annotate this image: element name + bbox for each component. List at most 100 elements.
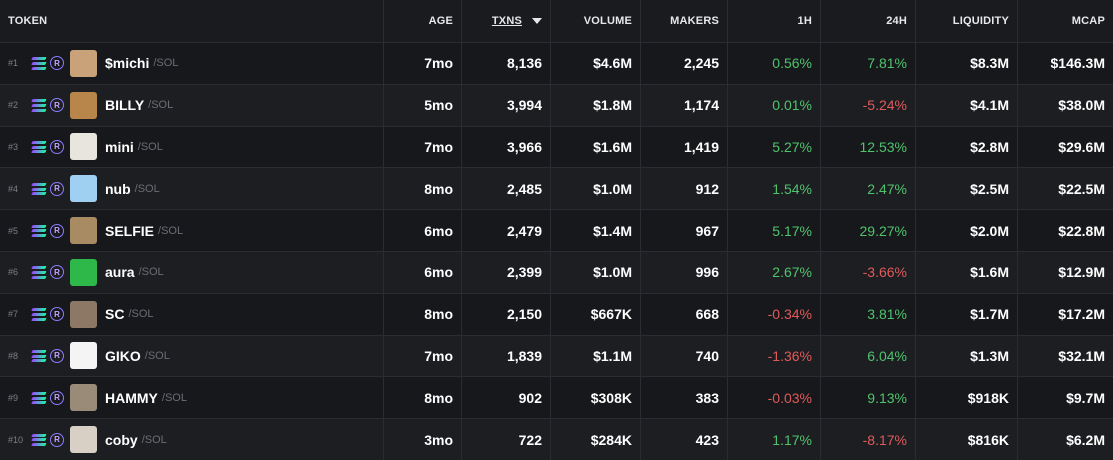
column-header-age[interactable]: AGE bbox=[383, 0, 461, 42]
token-chain: /SOL bbox=[138, 266, 164, 279]
mcap-cell: $32.1M bbox=[1017, 334, 1113, 377]
txns-cell: 1,839 bbox=[461, 334, 550, 377]
change-24h-cell: 6.04% bbox=[820, 334, 915, 377]
txns-cell: 3,994 bbox=[461, 83, 550, 126]
txns-cell: 2,479 bbox=[461, 209, 550, 251]
token-table: TOKEN AGE TXNS VOLUME MAKERS 1H 24H LIQU… bbox=[0, 0, 1113, 460]
token-chain: /SOL bbox=[137, 140, 163, 153]
column-header-volume[interactable]: VOLUME bbox=[550, 0, 640, 42]
raydium-icon: R bbox=[50, 98, 64, 113]
raydium-icon: R bbox=[50, 390, 64, 405]
change-1h-cell: 0.56% bbox=[727, 42, 820, 84]
mcap-cell: $22.5M bbox=[1017, 167, 1113, 210]
makers-cell: 967 bbox=[640, 209, 727, 251]
column-header-token[interactable]: TOKEN bbox=[0, 0, 383, 42]
token-avatar bbox=[70, 384, 97, 412]
change-1h-cell: 1.17% bbox=[727, 418, 820, 460]
token-cell[interactable]: #3 R mini /SOL bbox=[0, 125, 383, 168]
solana-icon bbox=[31, 266, 47, 279]
column-header-txns[interactable]: TXNS bbox=[461, 0, 550, 42]
change-1h-cell: -0.34% bbox=[727, 292, 820, 335]
solana-icon bbox=[31, 224, 47, 237]
liquidity-cell: $816K bbox=[915, 418, 1017, 460]
token-cell[interactable]: #1 R $michi /SOL bbox=[0, 42, 383, 84]
volume-cell: $1.0M bbox=[550, 167, 640, 210]
token-cell[interactable]: #6 R aura /SOL bbox=[0, 250, 383, 293]
mcap-cell: $9.7M bbox=[1017, 376, 1113, 419]
raydium-icon: R bbox=[50, 432, 64, 447]
makers-cell: 1,419 bbox=[640, 125, 727, 168]
txns-cell: 722 bbox=[461, 418, 550, 460]
token-cell[interactable]: #10 R coby /SOL bbox=[0, 418, 383, 460]
rank-label: #8 bbox=[8, 350, 19, 361]
token-cell[interactable]: #9 R HAMMY /SOL bbox=[0, 376, 383, 419]
solana-icon bbox=[31, 308, 47, 321]
makers-cell: 740 bbox=[640, 334, 727, 377]
volume-cell: $4.6M bbox=[550, 42, 640, 84]
solana-icon bbox=[31, 99, 47, 112]
txns-cell: 8,136 bbox=[461, 42, 550, 84]
mcap-cell: $29.6M bbox=[1017, 125, 1113, 168]
mcap-cell: $38.0M bbox=[1017, 83, 1113, 126]
column-header-1h[interactable]: 1H bbox=[727, 0, 820, 42]
token-cell[interactable]: #7 R SC /SOL bbox=[0, 292, 383, 335]
column-header-liquidity[interactable]: LIQUIDITY bbox=[915, 0, 1017, 42]
liquidity-cell: $2.0M bbox=[915, 209, 1017, 251]
token-symbol: nub bbox=[105, 180, 131, 197]
txns-cell: 902 bbox=[461, 376, 550, 419]
column-header-24h[interactable]: 24H bbox=[820, 0, 915, 42]
volume-cell: $308K bbox=[550, 376, 640, 419]
age-cell: 8mo bbox=[383, 292, 461, 335]
liquidity-cell: $2.5M bbox=[915, 167, 1017, 210]
change-1h-cell: 5.27% bbox=[727, 125, 820, 168]
makers-cell: 1,174 bbox=[640, 83, 727, 126]
age-cell: 7mo bbox=[383, 334, 461, 377]
token-cell[interactable]: #5 R SELFIE /SOL bbox=[0, 209, 383, 251]
rank-label: #6 bbox=[8, 267, 19, 278]
change-1h-cell: 5.17% bbox=[727, 209, 820, 251]
token-symbol: BILLY bbox=[105, 97, 145, 114]
age-cell: 6mo bbox=[383, 250, 461, 293]
makers-cell: 912 bbox=[640, 167, 727, 210]
solana-icon bbox=[31, 391, 47, 404]
age-cell: 7mo bbox=[383, 125, 461, 168]
token-avatar bbox=[70, 49, 97, 77]
change-24h-cell: -8.17% bbox=[820, 418, 915, 460]
txns-cell: 2,150 bbox=[461, 292, 550, 335]
volume-cell: $667K bbox=[550, 292, 640, 335]
token-cell[interactable]: #4 R nub /SOL bbox=[0, 167, 383, 210]
sort-desc-icon bbox=[532, 18, 542, 24]
mcap-cell: $12.9M bbox=[1017, 250, 1113, 293]
token-symbol: coby bbox=[105, 431, 138, 448]
token-avatar bbox=[70, 217, 97, 245]
age-cell: 8mo bbox=[383, 376, 461, 419]
change-24h-cell: 3.81% bbox=[820, 292, 915, 335]
rank-label: #4 bbox=[8, 183, 19, 194]
change-1h-cell: 0.01% bbox=[727, 83, 820, 126]
token-avatar bbox=[70, 300, 97, 328]
age-cell: 8mo bbox=[383, 167, 461, 210]
change-1h-cell: 2.67% bbox=[727, 250, 820, 293]
change-24h-cell: -3.66% bbox=[820, 250, 915, 293]
token-cell[interactable]: #8 R GIKO /SOL bbox=[0, 334, 383, 377]
solana-icon bbox=[31, 140, 47, 153]
raydium-icon: R bbox=[50, 139, 64, 154]
solana-icon bbox=[31, 349, 47, 362]
raydium-icon: R bbox=[50, 56, 64, 71]
rank-label: #3 bbox=[8, 141, 19, 152]
token-chain: /SOL bbox=[141, 433, 167, 446]
column-header-makers[interactable]: MAKERS bbox=[640, 0, 727, 42]
column-header-mcap[interactable]: MCAP bbox=[1017, 0, 1113, 42]
rank-label: #10 bbox=[8, 434, 24, 445]
change-1h-cell: -1.36% bbox=[727, 334, 820, 377]
token-symbol: mini bbox=[105, 138, 134, 155]
token-chain: /SOL bbox=[134, 182, 160, 195]
raydium-icon: R bbox=[50, 348, 64, 363]
liquidity-cell: $2.8M bbox=[915, 125, 1017, 168]
liquidity-cell: $1.3M bbox=[915, 334, 1017, 377]
token-chain: /SOL bbox=[148, 99, 174, 112]
token-cell[interactable]: #2 R BILLY /SOL bbox=[0, 83, 383, 126]
age-cell: 6mo bbox=[383, 209, 461, 251]
rank-label: #5 bbox=[8, 225, 19, 236]
volume-cell: $1.8M bbox=[550, 83, 640, 126]
